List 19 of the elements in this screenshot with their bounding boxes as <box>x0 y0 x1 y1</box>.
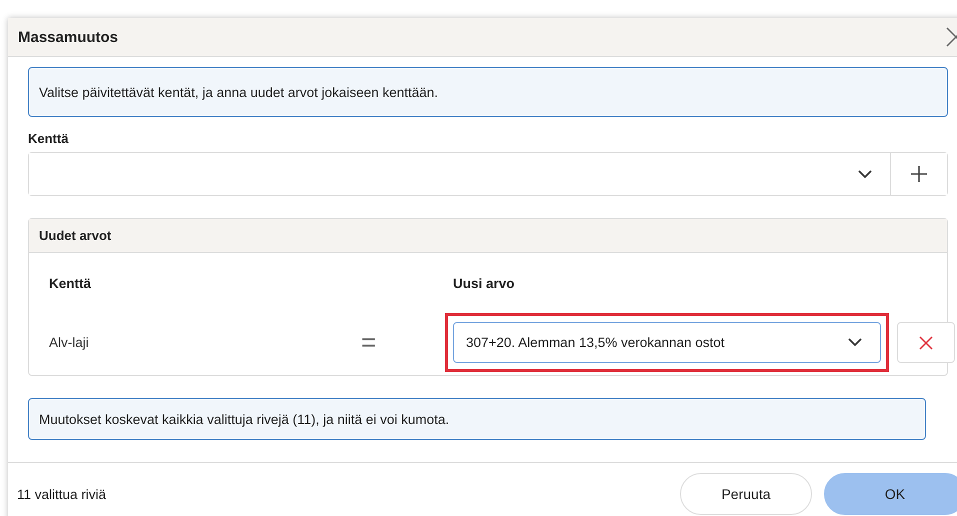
plus-icon <box>910 165 928 183</box>
delete-button[interactable] <box>897 322 955 363</box>
dialog-title: Massamuutos <box>18 28 118 46</box>
selected-count: 11 valittua riviä <box>17 486 108 502</box>
field-name: Alv-laji <box>49 335 90 350</box>
close-icon <box>919 336 933 350</box>
field-label: Kenttä <box>28 131 70 146</box>
value-select[interactable]: 307+20. Alemman 13,5% verokannan ostot <box>453 322 881 363</box>
panel-title: Uudet arvot <box>29 219 947 253</box>
chevron-down-icon <box>858 170 872 178</box>
column-header: Uusi arvo <box>452 274 516 292</box>
cancel-button[interactable]: Peruuta <box>680 473 812 515</box>
chevron-down-icon <box>848 338 862 347</box>
column-header: Kenttä <box>49 274 92 292</box>
field-select[interactable] <box>29 153 891 195</box>
ok-button[interactable]: OK <box>824 473 957 515</box>
warning-message: Muutokset koskevat kaikkia valittuja rivejä (11), ja niitä ei voi kumota. <box>28 398 926 440</box>
info-message: Valitse päivitettävät kentät, ja anna uudet arvot jokaiseen kenttään. <box>28 67 948 117</box>
equals-sign: = <box>360 327 376 358</box>
